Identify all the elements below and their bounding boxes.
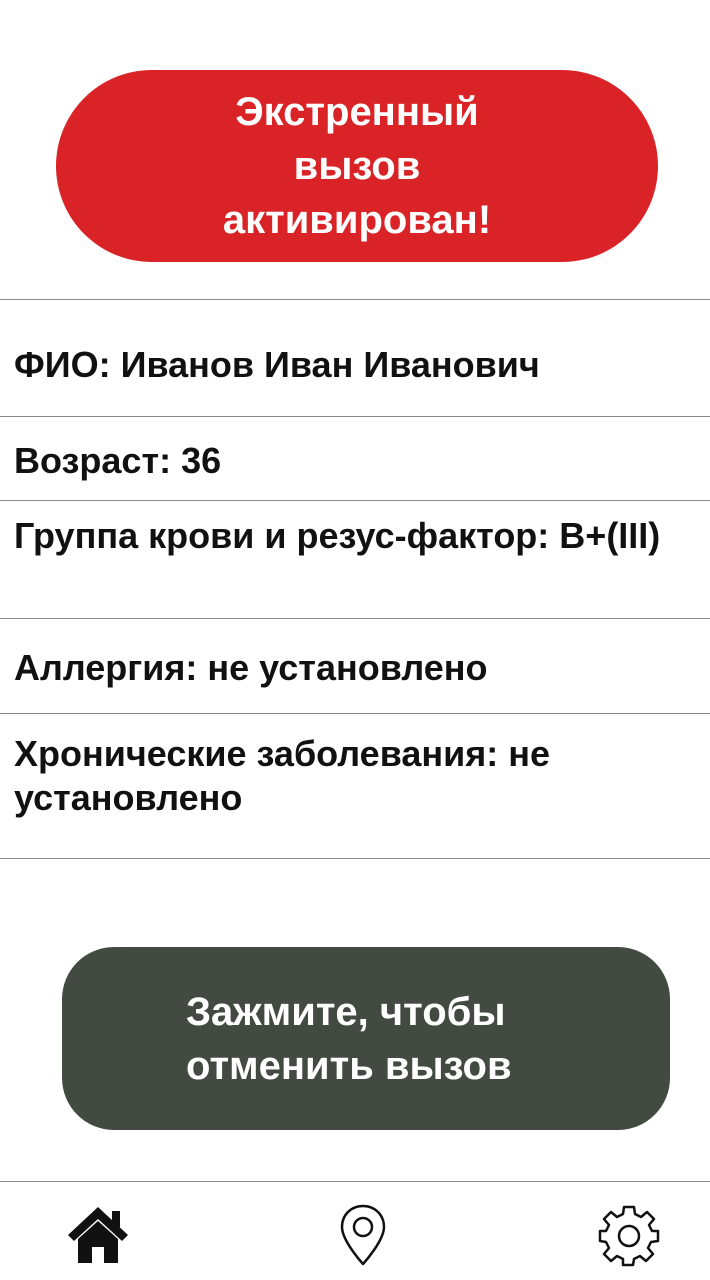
divider (0, 416, 710, 417)
divider (0, 713, 710, 714)
divider (0, 858, 710, 859)
nav-settings-button[interactable] (594, 1200, 664, 1270)
home-icon (68, 1207, 128, 1263)
chronic-diseases-field: Хронические заболевания: не установлено (14, 733, 551, 818)
age-field: Возраст: 36 (14, 440, 222, 481)
gear-icon (598, 1205, 660, 1267)
bottom-navigation (0, 1182, 710, 1280)
divider (0, 500, 710, 501)
emergency-alert-banner: Экстренный вызов активирован! (56, 70, 658, 262)
nav-location-button[interactable] (328, 1200, 398, 1270)
allergy-field: Аллергия: не установлено (14, 647, 488, 688)
divider (0, 618, 710, 619)
nav-home-button[interactable] (63, 1200, 133, 1270)
divider (0, 299, 710, 300)
emergency-alert-text: Экстренный вызов активирован! (222, 90, 492, 242)
full-name-field: ФИО: Иванов Иван Иванович (14, 344, 540, 385)
cancel-call-button[interactable]: Зажмите, чтобы отменить вызов (62, 947, 670, 1130)
blood-type-field: Группа крови и резус-фактор: B+(III) (14, 515, 661, 556)
location-pin-icon (340, 1204, 386, 1266)
cancel-call-label: Зажмите, чтобы отменить вызов (186, 989, 512, 1088)
